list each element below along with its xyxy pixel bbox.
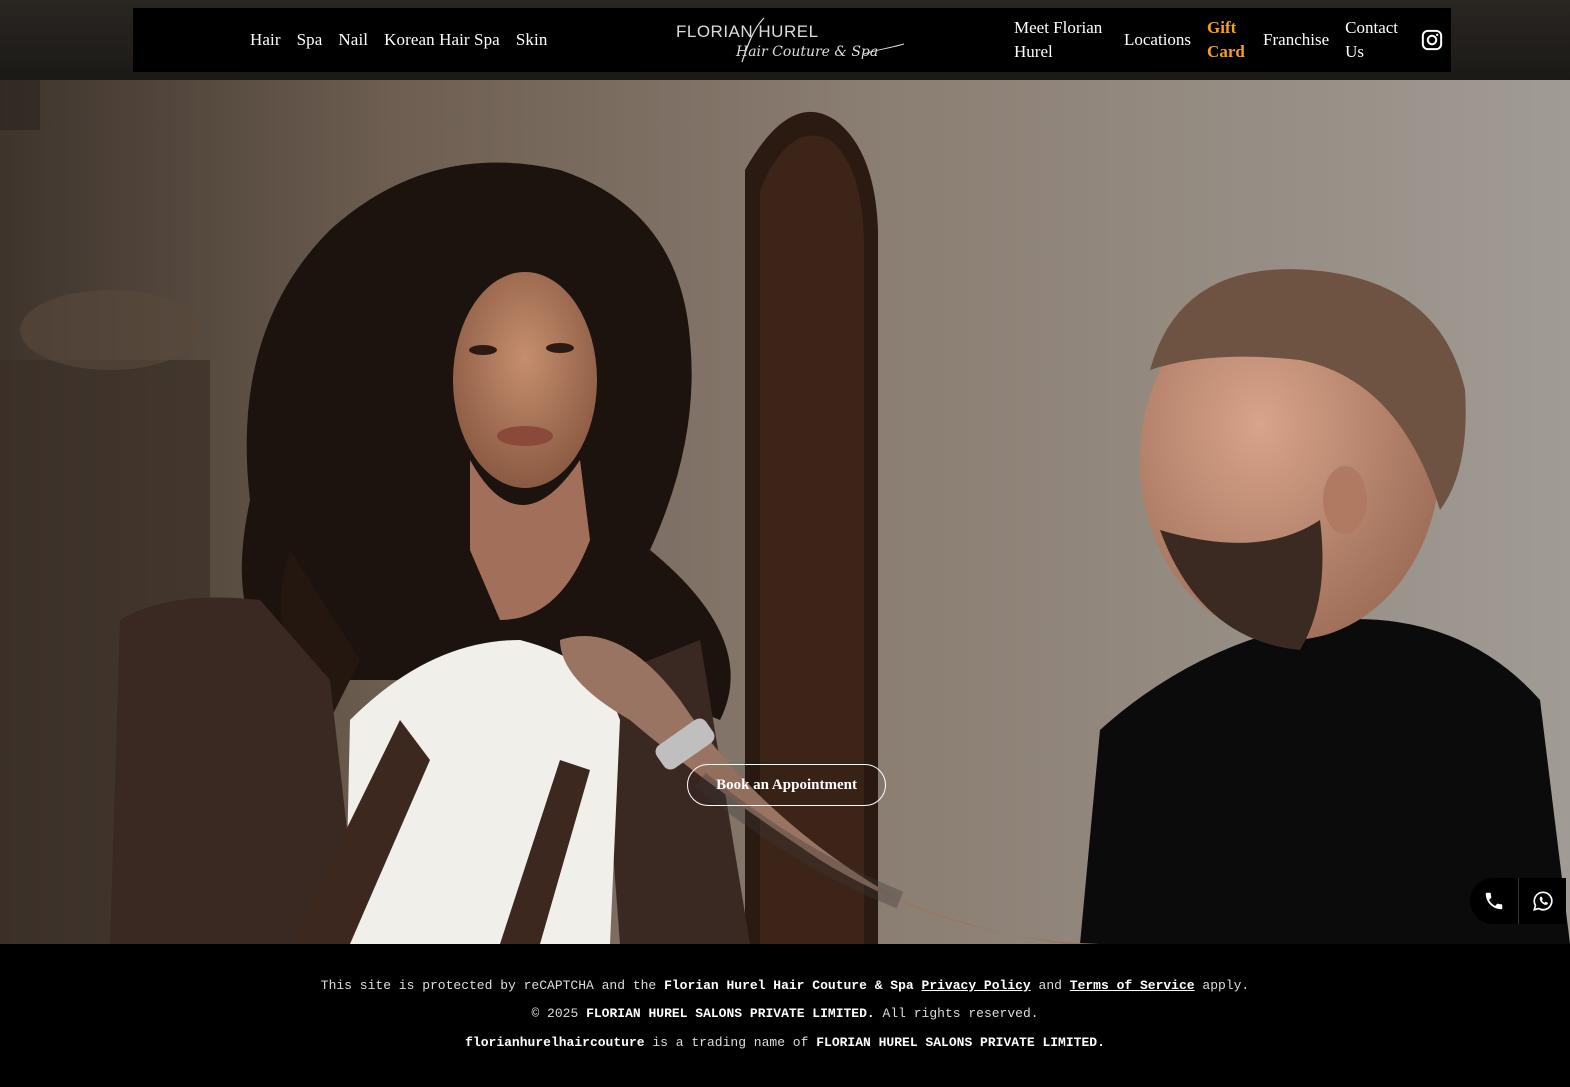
footer-text: apply. — [1202, 978, 1250, 993]
footer-trading-line: florianhurelhaircouture is a trading nam… — [0, 1035, 1570, 1050]
nav-korean-hair-spa[interactable]: Korean Hair Spa — [384, 30, 500, 50]
company-name: FLORIAN HUREL SALONS PRIVATE LIMITED. — [816, 1035, 1105, 1050]
footer-text: and — [1038, 978, 1062, 993]
nav-contact-us[interactable]: Contact Us — [1345, 16, 1401, 64]
nav-nail[interactable]: Nail — [338, 30, 368, 50]
phone-button[interactable] — [1470, 878, 1518, 924]
logo-graphic: FLORIAN HUREL Hair Couture & Spa — [676, 17, 905, 63]
floating-contact-bar — [1470, 878, 1566, 924]
site-footer: This site is protected by reCAPTCHA and … — [0, 944, 1570, 1087]
whatsapp-icon — [1532, 891, 1553, 911]
footer-recaptcha-line: This site is protected by reCAPTCHA and … — [0, 978, 1570, 993]
nav-left-group: Hair Spa Nail Korean Hair Spa Skin — [250, 8, 563, 72]
footer-text: This site is protected by reCAPTCHA and … — [320, 978, 657, 993]
nav-gift-card[interactable]: Gift Card — [1207, 16, 1247, 64]
nav-franchise[interactable]: Franchise — [1263, 28, 1329, 52]
footer-copyright-line: © 2025 FLORIAN HUREL SALONS PRIVATE LIMI… — [0, 1006, 1570, 1021]
nav-spa[interactable]: Spa — [297, 30, 323, 50]
hero-photo — [0, 80, 1570, 944]
footer-brand: Florian Hurel Hair Couture & Spa — [664, 978, 914, 993]
nav-skin[interactable]: Skin — [516, 30, 548, 50]
rights-text: All rights reserved. — [882, 1006, 1039, 1021]
nav-hair[interactable]: Hair — [250, 30, 281, 50]
terms-of-service-link[interactable]: Terms of Service — [1070, 978, 1195, 993]
nav-meet-florian[interactable]: Meet Florian Hurel — [1014, 16, 1108, 64]
copyright-year: © 2025 — [531, 1006, 579, 1021]
book-appointment-button[interactable]: Book an Appointment — [687, 764, 886, 806]
footer-text: is a trading name of — [652, 1035, 809, 1050]
nav-right-group: Meet Florian Hurel Locations Gift Card F… — [1014, 8, 1443, 72]
brand-logo[interactable]: FLORIAN HUREL Hair Couture & Spa — [676, 14, 908, 68]
logo-script: Hair Couture & Spa — [735, 44, 878, 60]
trading-domain: florianhurelhaircouture — [465, 1035, 645, 1050]
whatsapp-button[interactable] — [1518, 878, 1566, 924]
phone-icon — [1485, 892, 1503, 910]
main-navbar: Hair Spa Nail Korean Hair Spa Skin FLORI… — [133, 8, 1451, 72]
logo-wordmark: FLORIAN HUREL — [676, 22, 819, 41]
privacy-policy-link[interactable]: Privacy Policy — [922, 978, 1031, 993]
hero-section: Book an Appointment — [0, 80, 1570, 944]
instagram-icon[interactable] — [1421, 29, 1443, 51]
nav-locations[interactable]: Locations — [1124, 28, 1191, 52]
company-name: FLORIAN HUREL SALONS PRIVATE LIMITED. — [586, 1006, 875, 1021]
